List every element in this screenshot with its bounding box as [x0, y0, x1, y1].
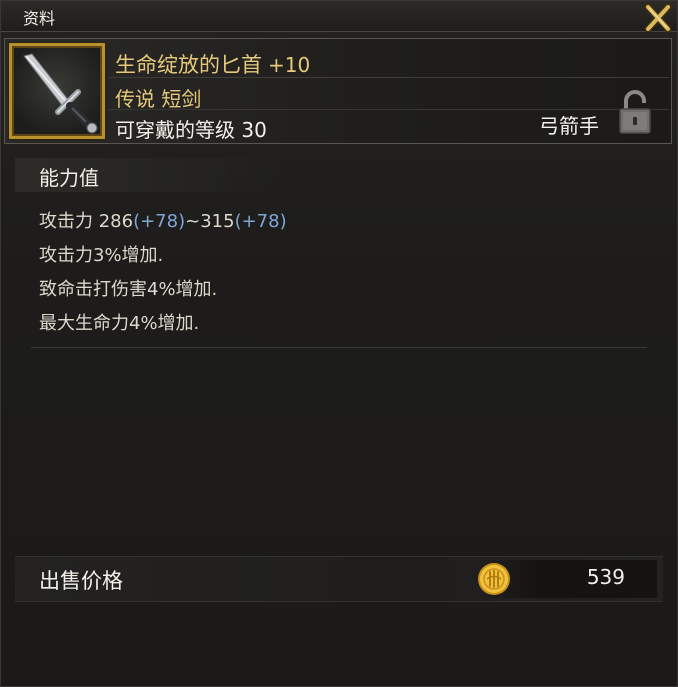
- close-button[interactable]: [641, 1, 675, 35]
- item-name-text: 生命绽放的匕首: [115, 53, 262, 77]
- item-header: 生命绽放的匕首 +10 传说 短剑 可穿戴的等级 30 弓箭手: [4, 38, 672, 144]
- stats-divider: [31, 347, 647, 348]
- lock-icon: [619, 90, 651, 134]
- stats-list: 攻击力 286(+78)~315(+78) 攻击力3%增加. 致命击打伤害4%增…: [39, 205, 287, 341]
- stats-section-title: 能力值: [39, 166, 99, 190]
- gold-coin-icon: [478, 563, 510, 595]
- attack-stat-line: 攻击力 286(+78)~315(+78): [39, 205, 287, 239]
- stat-line: 攻击力3%增加.: [39, 245, 164, 266]
- item-class: 弓箭手: [539, 114, 599, 138]
- stat-line: 致命击打伤害4%增加.: [39, 279, 218, 300]
- sell-price-value: 539: [586, 565, 625, 589]
- window-title: 资料: [23, 9, 56, 28]
- attack-bonus-min: (+78): [133, 211, 186, 232]
- close-icon: [644, 3, 672, 33]
- title-bar[interactable]: 资料: [1, 1, 677, 35]
- item-level-requirement: 可穿戴的等级 30: [115, 118, 267, 142]
- item-enhance-level: +10: [268, 53, 311, 77]
- item-rarity-type: 传说 短剑: [115, 87, 202, 111]
- sell-price-bar: 出售价格 539: [15, 556, 663, 602]
- item-icon-slot[interactable]: [9, 43, 105, 139]
- item-name: 生命绽放的匕首 +10: [115, 49, 310, 79]
- attack-bonus-max: (+78): [234, 211, 287, 232]
- dagger-icon: [23, 53, 98, 134]
- lock-button[interactable]: [617, 89, 653, 135]
- stat-line: 最大生命力4%增加.: [39, 313, 200, 334]
- attack-max: ~315: [185, 211, 235, 232]
- item-info-window: 资料 生命绽放的匕首 +10 传说 短剑 可穿戴的等级 30 弓箭手 能力值 攻…: [0, 0, 678, 687]
- attack-base: 攻击力 286: [39, 211, 134, 232]
- sell-price-label: 出售价格: [39, 569, 123, 593]
- stats-section-header: 能力值: [15, 158, 285, 192]
